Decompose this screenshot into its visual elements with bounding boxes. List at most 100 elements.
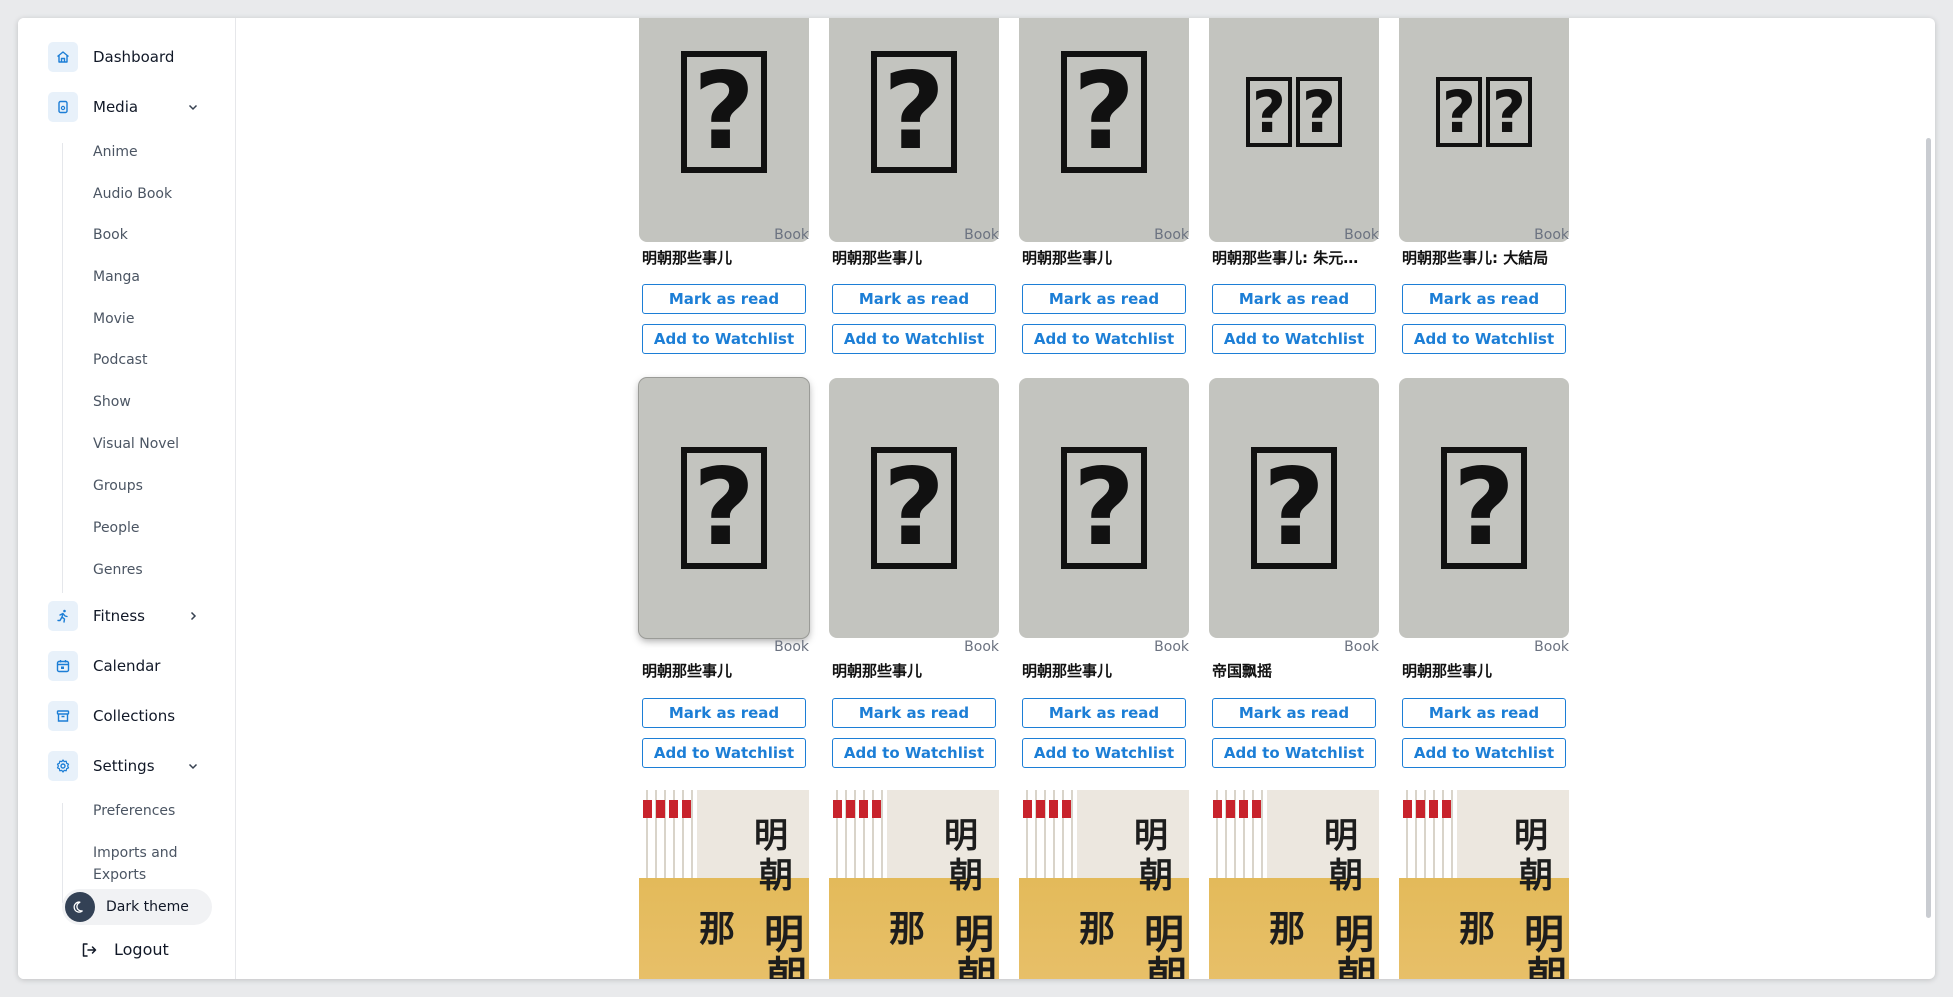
placeholder-cover[interactable]: ? — [639, 18, 809, 242]
dark-theme-label: Dark theme — [106, 899, 189, 915]
media-type-label: Book — [1154, 227, 1189, 243]
sidebar-subitem-people[interactable]: People — [93, 517, 140, 539]
media-title[interactable]: 明朝那些事儿 — [1022, 247, 1188, 268]
media-title[interactable]: 明朝那些事儿: 大結局 — [1402, 247, 1568, 268]
book-cover-image[interactable]: 明 朝 那 明 朝 — [1019, 790, 1189, 979]
sidebar: Dashboard Media Anime Audio Book Book Ma… — [18, 18, 236, 979]
media-type-label: Book — [774, 639, 809, 655]
chevron-down-icon[interactable] — [186, 100, 200, 114]
sidebar-item-media[interactable]: Media — [48, 92, 138, 122]
sidebar-subitem-audio-book[interactable]: Audio Book — [93, 183, 172, 205]
mark-as-read-button[interactable]: Mark as read — [1022, 284, 1186, 314]
mark-as-read-button[interactable]: Mark as read — [642, 284, 806, 314]
scrollbar[interactable] — [1926, 138, 1931, 918]
add-to-watchlist-button[interactable]: Add to Watchlist — [1212, 738, 1376, 768]
placeholder-cover[interactable]: ? — [639, 378, 809, 638]
sidebar-item-label: Dashboard — [93, 48, 175, 66]
add-to-watchlist-button[interactable]: Add to Watchlist — [642, 324, 806, 354]
sidebar-subitem-imports-exports[interactable]: Imports and Exports — [93, 842, 203, 886]
logout-label: Logout — [114, 940, 169, 959]
placeholder-cover[interactable]: ?? — [1209, 18, 1379, 242]
add-to-watchlist-button[interactable]: Add to Watchlist — [642, 738, 806, 768]
mark-as-read-button[interactable]: Mark as read — [1402, 284, 1566, 314]
sidebar-item-dashboard[interactable]: Dashboard — [48, 42, 174, 72]
media-title[interactable]: 明朝那些事儿 — [1402, 660, 1568, 681]
gear-icon — [48, 751, 78, 781]
media-card[interactable]: 明 朝 那 明 朝 — [1209, 790, 1381, 979]
mark-as-read-button[interactable]: Mark as read — [1402, 698, 1566, 728]
media-title[interactable]: 帝国飘摇 — [1212, 660, 1378, 681]
placeholder-cover[interactable]: ? — [1019, 378, 1189, 638]
sidebar-subitem-movie[interactable]: Movie — [93, 308, 134, 330]
mark-as-read-button[interactable]: Mark as read — [1212, 698, 1376, 728]
media-type-label: Book — [1534, 227, 1569, 243]
settings-subnav-line — [62, 803, 63, 903]
chevron-down-icon[interactable] — [186, 759, 200, 773]
book-cover-image[interactable]: 明 朝 那 明 朝 — [639, 790, 809, 979]
logout-button[interactable]: Logout — [80, 940, 169, 959]
add-to-watchlist-button[interactable]: Add to Watchlist — [1022, 324, 1186, 354]
placeholder-cover[interactable]: ? — [829, 378, 999, 638]
media-card[interactable]: 明 朝 那 明 朝 — [829, 790, 1001, 979]
media-title[interactable]: 明朝那些事儿 — [1022, 660, 1188, 681]
add-to-watchlist-button[interactable]: Add to Watchlist — [832, 738, 996, 768]
mark-as-read-button[interactable]: Mark as read — [1022, 698, 1186, 728]
sidebar-subitem-anime[interactable]: Anime — [93, 141, 138, 163]
dark-theme-toggle[interactable]: Dark theme — [62, 889, 212, 925]
media-title[interactable]: 明朝那些事儿 — [832, 660, 998, 681]
placeholder-cover[interactable]: ?? — [1399, 18, 1569, 242]
placeholder-cover[interactable]: ? — [829, 18, 999, 242]
book-cover-image[interactable]: 明 朝 那 明 朝 — [829, 790, 999, 979]
media-grid: ? Book 明朝那些事儿 Mark as read Add to Watchl… — [237, 18, 1935, 979]
mark-as-read-button[interactable]: Mark as read — [832, 284, 996, 314]
media-type-label: Book — [1344, 227, 1379, 243]
book-cover-image[interactable]: 明 朝 那 明 朝 — [1209, 790, 1379, 979]
sidebar-item-label: Fitness — [93, 607, 145, 625]
placeholder-cover[interactable]: ? — [1399, 378, 1569, 638]
media-title[interactable]: 明朝那些事儿 — [642, 660, 808, 681]
media-type-label: Book — [964, 639, 999, 655]
media-card[interactable]: 明 朝 那 明 朝 — [1019, 790, 1191, 979]
media-title[interactable]: 明朝那些事儿 — [832, 247, 998, 268]
add-to-watchlist-button[interactable]: Add to Watchlist — [1212, 324, 1376, 354]
mark-as-read-button[interactable]: Mark as read — [1212, 284, 1376, 314]
media-type-label: Book — [964, 227, 999, 243]
add-to-watchlist-button[interactable]: Add to Watchlist — [1022, 738, 1186, 768]
sidebar-subitem-podcast[interactable]: Podcast — [93, 349, 147, 371]
running-icon — [48, 601, 78, 631]
logout-icon — [82, 942, 97, 957]
sidebar-item-settings[interactable]: Settings — [48, 751, 155, 781]
sidebar-subitem-book[interactable]: Book — [93, 224, 128, 246]
media-type-label: Book — [1154, 639, 1189, 655]
placeholder-cover[interactable]: ? — [1019, 18, 1189, 242]
media-card[interactable]: 明 朝 那 明 朝 — [1399, 790, 1571, 979]
book-cover-image[interactable]: 明 朝 那 明 朝 — [1399, 790, 1569, 979]
add-to-watchlist-button[interactable]: Add to Watchlist — [832, 324, 996, 354]
sidebar-subitem-visual-novel[interactable]: Visual Novel — [93, 433, 179, 455]
media-subnav-line — [62, 143, 63, 593]
mark-as-read-button[interactable]: Mark as read — [832, 698, 996, 728]
sidebar-item-collections[interactable]: Collections — [48, 701, 175, 731]
sidebar-item-calendar[interactable]: Calendar — [48, 651, 160, 681]
sidebar-item-label: Media — [93, 98, 139, 116]
sidebar-subitem-genres[interactable]: Genres — [93, 559, 143, 581]
media-icon — [48, 92, 78, 122]
sidebar-subitem-preferences[interactable]: Preferences — [93, 800, 175, 822]
media-type-label: Book — [1344, 639, 1379, 655]
sidebar-subitem-show[interactable]: Show — [93, 391, 131, 413]
media-card[interactable]: 明 朝 那 明 朝 — [639, 790, 811, 979]
add-to-watchlist-button[interactable]: Add to Watchlist — [1402, 738, 1566, 768]
sidebar-item-label: Settings — [93, 757, 155, 775]
placeholder-cover[interactable]: ? — [1209, 378, 1379, 638]
sidebar-subitem-manga[interactable]: Manga — [93, 266, 140, 288]
add-to-watchlist-button[interactable]: Add to Watchlist — [1402, 324, 1566, 354]
chevron-right-icon[interactable] — [186, 609, 200, 623]
sidebar-item-label: Calendar — [93, 657, 161, 675]
sidebar-item-fitness[interactable]: Fitness — [48, 601, 145, 631]
media-title[interactable]: 明朝那些事儿 — [642, 247, 808, 268]
mark-as-read-button[interactable]: Mark as read — [642, 698, 806, 728]
sidebar-subitem-groups[interactable]: Groups — [93, 475, 143, 497]
media-title[interactable]: 明朝那些事儿: 朱元… — [1212, 247, 1378, 268]
media-type-label: Book — [1534, 639, 1569, 655]
calendar-icon — [48, 651, 78, 681]
